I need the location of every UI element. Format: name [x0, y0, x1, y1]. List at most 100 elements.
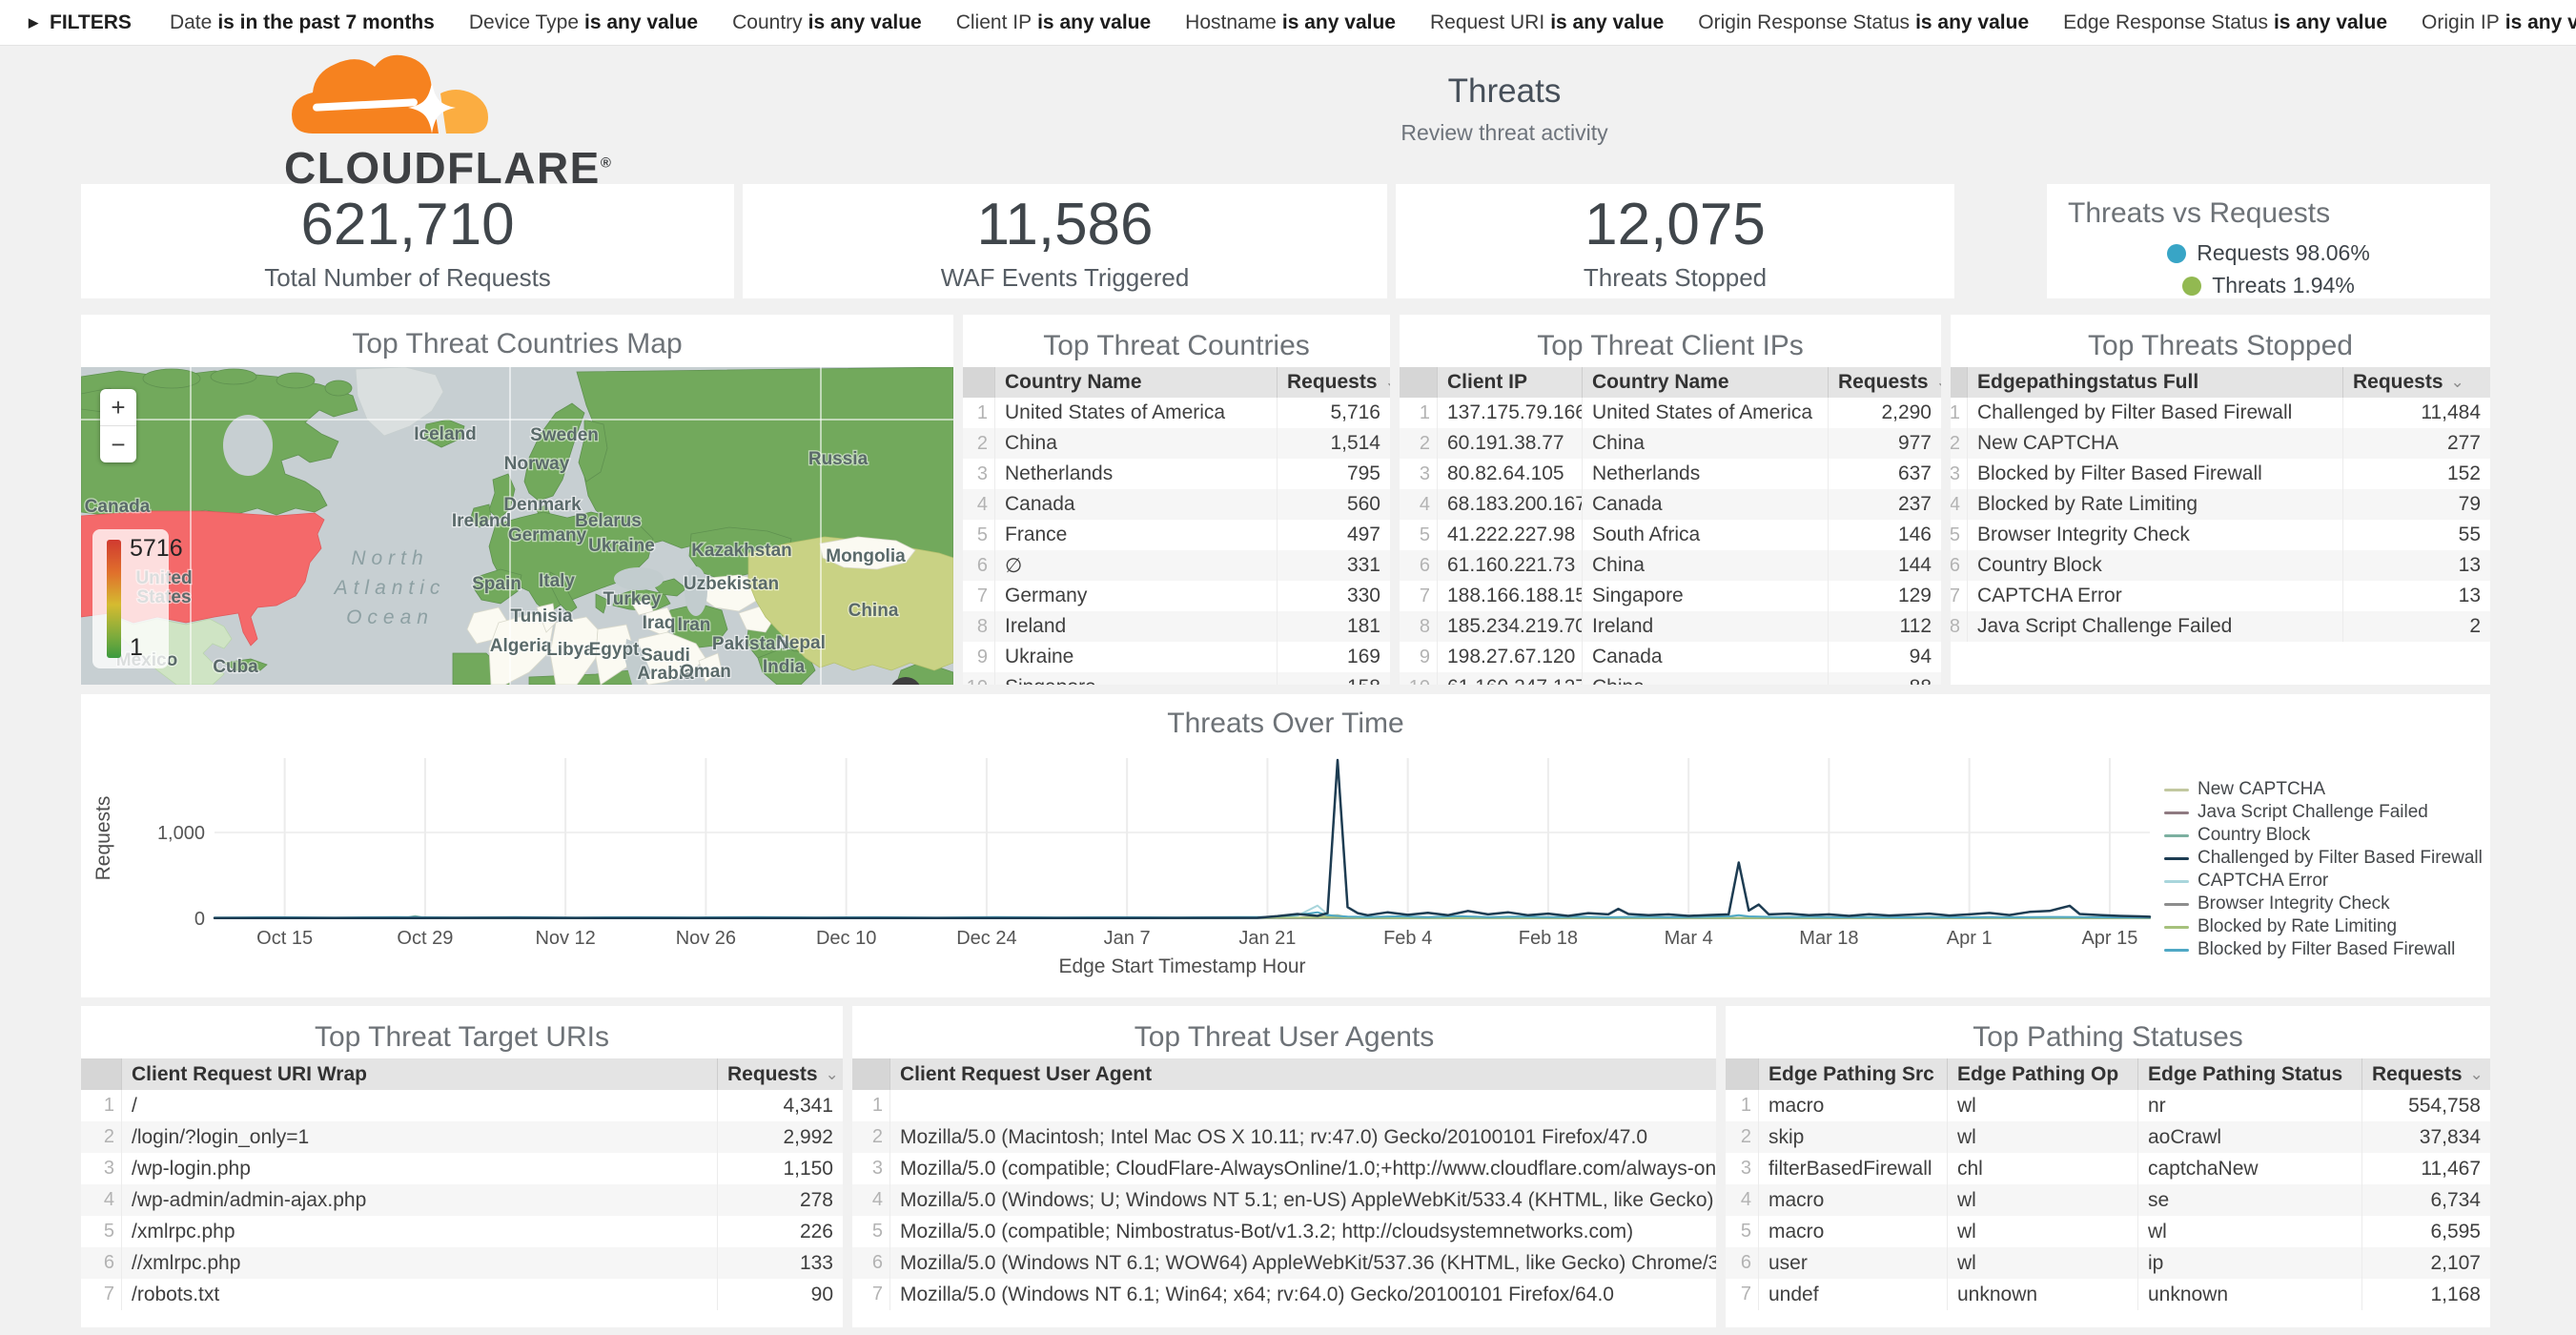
table-row[interactable]: 2/login/?login_only=12,992 — [81, 1121, 843, 1153]
table-row[interactable]: 4Blocked by Rate Limiting79 — [1951, 489, 2490, 520]
table-row[interactable]: 661.160.221.73China144 — [1400, 550, 1941, 581]
table-row[interactable]: 1macrowlnr554,758 — [1726, 1090, 2490, 1121]
table-cell: China — [1583, 672, 1829, 685]
table-row[interactable]: 8185.234.219.70Ireland112 — [1400, 611, 1941, 642]
table-row[interactable]: 1137.175.79.166United States of America2… — [1400, 398, 1941, 428]
chart-legend: New CAPTCHA Java Script Challenge Failed C… — [2164, 780, 2483, 959]
table-row[interactable]: 7/robots.txt90 — [81, 1279, 843, 1310]
column-header[interactable]: Requests⌄ — [1829, 367, 1941, 398]
table-row[interactable]: 7Germany330 — [963, 581, 1390, 611]
chart-legend-item[interactable]: CAPTCHA Error — [2164, 872, 2483, 891]
table-row[interactable]: 1061.160.247.127China88 — [1400, 672, 1941, 685]
column-header[interactable]: Client Request URI Wrap — [122, 1058, 718, 1090]
table-row[interactable]: 5Mozilla/5.0 (compatible; Nimbostratus-B… — [852, 1216, 1716, 1247]
column-header[interactable]: Edgepathingstatus Full — [1968, 367, 2343, 398]
column-header[interactable]: Country Name — [1583, 367, 1829, 398]
table-row[interactable]: 3/wp-login.php1,150 — [81, 1153, 843, 1184]
table-row[interactable]: 380.82.64.105Netherlands637 — [1400, 459, 1941, 489]
table-cell: /xmlrpc.php — [122, 1216, 718, 1247]
table-row[interactable]: 1United States of America5,716 — [963, 398, 1390, 428]
table-row[interactable]: 8Ireland181 — [963, 611, 1390, 642]
filter-item[interactable]: Device Typeis any value — [469, 11, 698, 34]
table-row[interactable]: 4Canada560 — [963, 489, 1390, 520]
table-row[interactable]: 6//xmlrpc.php133 — [81, 1247, 843, 1279]
chart-legend-item[interactable]: Challenged by Filter Based Firewall — [2164, 849, 2483, 868]
table-row[interactable]: 4macrowlse6,734 — [1726, 1184, 2490, 1216]
table-row[interactable]: 7Mozilla/5.0 (Windows NT 6.1; Win64; x64… — [852, 1279, 1716, 1310]
column-header[interactable]: Edge Pathing Status — [2138, 1058, 2362, 1090]
table-row[interactable]: 2New CAPTCHA277 — [1951, 428, 2490, 459]
table-cell: 330 — [1278, 581, 1390, 611]
table-row[interactable]: 3Mozilla/5.0 (compatible; CloudFlare-Alw… — [852, 1153, 1716, 1184]
filters-toggle[interactable]: ▶ FILTERS — [29, 11, 132, 34]
column-header[interactable]: Requests⌄ — [2362, 1058, 2490, 1090]
table-row[interactable]: 6∅331 — [963, 550, 1390, 581]
table-row[interactable]: 468.183.200.167Canada237 — [1400, 489, 1941, 520]
table-row[interactable]: 6Country Block13 — [1951, 550, 2490, 581]
table-row[interactable]: 4Mozilla/5.0 (Windows; U; Windows NT 5.1… — [852, 1184, 1716, 1216]
table-row[interactable]: 2Mozilla/5.0 (Macintosh; Intel Mac OS X … — [852, 1121, 1716, 1153]
filter-item[interactable]: Origin IPis any value — [2422, 11, 2576, 34]
table-row[interactable]: 10Singapore158 — [963, 672, 1390, 685]
table-row[interactable]: 7188.166.188.152Singapore129 — [1400, 581, 1941, 611]
map-country-label: Mongolia — [826, 546, 906, 566]
row-index: 1 — [1400, 398, 1438, 428]
column-header[interactable]: Requests⌄ — [1278, 367, 1390, 398]
table-row[interactable]: 3Blocked by Filter Based Firewall152 — [1951, 459, 2490, 489]
table-row[interactable]: 2skipwlaoCrawl37,834 — [1726, 1121, 2490, 1153]
table-row[interactable]: 7CAPTCHA Error13 — [1951, 581, 2490, 611]
column-header[interactable]: Country Name — [995, 367, 1278, 398]
chart-legend-item[interactable]: Browser Integrity Check — [2164, 894, 2483, 914]
table-row[interactable]: 4/wp-admin/admin-ajax.php278 — [81, 1184, 843, 1216]
legend-label: Challenged by Filter Based Firewall — [2198, 848, 2483, 869]
chart-legend-item[interactable]: New CAPTCHA — [2164, 780, 2483, 799]
column-header[interactable]: Requests⌄ — [718, 1058, 843, 1090]
chart-legend-item[interactable]: Country Block — [2164, 826, 2483, 845]
table-row[interactable]: 3filterBasedFirewallchlcaptchaNew11,467 — [1726, 1153, 2490, 1184]
filter-item[interactable]: Countryis any value — [732, 11, 922, 34]
filter-item[interactable]: Client IPis any value — [956, 11, 1151, 34]
filter-item[interactable]: Origin Response Statusis any value — [1698, 11, 2029, 34]
chart-legend-item[interactable]: Java Script Challenge Failed — [2164, 803, 2483, 822]
table-row[interactable]: 7undefunknownunknown1,168 — [1726, 1279, 2490, 1310]
panel-title: Threats vs Requests — [2047, 184, 2490, 230]
table-cell: 6,734 — [2362, 1184, 2490, 1216]
table-row[interactable]: 8Java Script Challenge Failed2 — [1951, 611, 2490, 642]
table-row[interactable]: 3Netherlands795 — [963, 459, 1390, 489]
world-map[interactable]: CanadaUnitedStatesMexicoCubaIcelandIrela… — [81, 367, 953, 685]
table-row[interactable]: 5macrowlwl6,595 — [1726, 1216, 2490, 1247]
table-row[interactable]: 5France497 — [963, 520, 1390, 550]
row-index: 5 — [81, 1216, 122, 1247]
column-header[interactable]: Client IP — [1438, 367, 1583, 398]
filter-item[interactable]: Hostnameis any value — [1185, 11, 1396, 34]
table-row[interactable]: 5/xmlrpc.php226 — [81, 1216, 843, 1247]
table-row[interactable]: 1/4,341 — [81, 1090, 843, 1121]
table-cell: /wp-login.php — [122, 1153, 718, 1184]
legend-item[interactable]: Requests 98.06% — [2167, 240, 2370, 266]
filter-item[interactable]: Dateis in the past 7 months — [170, 11, 435, 34]
column-header[interactable]: Edge Pathing Src — [1759, 1058, 1948, 1090]
table-row[interactable]: 6userwlip2,107 — [1726, 1247, 2490, 1279]
table-row[interactable]: 541.222.227.98South Africa146 — [1400, 520, 1941, 550]
legend-item[interactable]: Threats 1.94% — [2182, 273, 2355, 298]
table-cell: 129 — [1829, 581, 1941, 611]
table-row[interactable]: 9198.27.67.120Canada94 — [1400, 642, 1941, 672]
threats-over-time-chart[interactable]: Oct 15Oct 29Nov 12Nov 26Dec 10Dec 24Jan … — [81, 694, 2490, 997]
table-row[interactable]: 260.191.38.77China977 — [1400, 428, 1941, 459]
map-zoom-in-button[interactable]: + — [100, 389, 136, 426]
chart-legend-item[interactable]: Blocked by Rate Limiting — [2164, 917, 2483, 936]
column-header[interactable]: Client Request User Agent — [890, 1058, 1716, 1090]
column-header[interactable]: Edge Pathing Op — [1948, 1058, 2138, 1090]
filter-item[interactable]: Request URIis any value — [1430, 11, 1664, 34]
table-row[interactable]: 5Browser Integrity Check55 — [1951, 520, 2490, 550]
table-row[interactable]: 1 — [852, 1090, 1716, 1121]
filter-item[interactable]: Edge Response Statusis any value — [2063, 11, 2387, 34]
column-header[interactable]: Requests⌄ — [2343, 367, 2490, 398]
table-row[interactable]: 1Challenged by Filter Based Firewall11,4… — [1951, 398, 2490, 428]
chart-legend-item[interactable]: Blocked by Filter Based Firewall — [2164, 940, 2483, 959]
map-zoom-out-button[interactable]: − — [100, 426, 136, 462]
table-row[interactable]: 6Mozilla/5.0 (Windows NT 6.1; WOW64) App… — [852, 1247, 1716, 1279]
table-row[interactable]: 9Ukraine169 — [963, 642, 1390, 672]
table-row[interactable]: 2China1,514 — [963, 428, 1390, 459]
table-cell: 79 — [2343, 489, 2490, 520]
